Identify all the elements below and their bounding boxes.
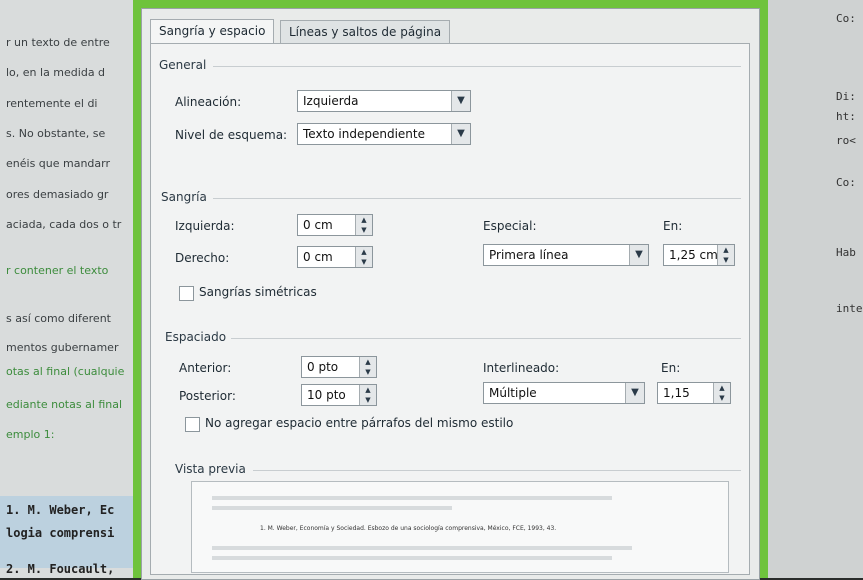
- spin-down-icon[interactable]: ▼: [360, 367, 376, 377]
- background-text-line: s. No obstante, se: [6, 127, 106, 140]
- spin-buttons[interactable]: ▲ ▼: [355, 215, 372, 235]
- spin-buttons[interactable]: ▲ ▼: [713, 383, 730, 403]
- general-title: General: [159, 58, 207, 72]
- sangria-divider: [213, 198, 741, 199]
- posterior-spinner[interactable]: 10 pto ▲ ▼: [301, 384, 377, 406]
- alineacion-value: Izquierda: [303, 94, 359, 108]
- chevron-down-icon[interactable]: ▼: [629, 245, 648, 265]
- interlineado-select[interactable]: Múltiple ▼: [483, 382, 645, 404]
- background-code-line: Hab: [836, 246, 856, 259]
- spin-buttons[interactable]: ▲ ▼: [355, 247, 372, 267]
- chevron-down-icon[interactable]: ▼: [451, 124, 470, 144]
- en-sangria-spinner[interactable]: 1,25 cm ▲ ▼: [663, 244, 735, 266]
- anterior-value: 0 pto: [307, 360, 339, 374]
- spin-up-icon[interactable]: ▲: [356, 247, 372, 257]
- preview-placeholder-line: [212, 556, 612, 560]
- background-text-line: emplo 1:: [6, 428, 55, 441]
- en-sangria-label: En:: [663, 219, 683, 233]
- background-citation-line: logia comprensi: [6, 526, 115, 540]
- sangria-title: Sangría: [161, 190, 207, 204]
- izquierda-value: 0 cm: [303, 218, 333, 232]
- background-text-line: s así como diferent: [6, 312, 111, 325]
- especial-label: Especial:: [483, 219, 537, 233]
- derecho-spinner[interactable]: 0 cm ▲ ▼: [297, 246, 373, 268]
- spin-up-icon[interactable]: ▲: [714, 383, 730, 393]
- vista-previa-divider: [253, 470, 741, 471]
- interlineado-value: Múltiple: [489, 386, 537, 400]
- general-divider: [213, 66, 741, 67]
- especial-value: Primera línea: [489, 248, 569, 262]
- chevron-down-icon[interactable]: ▼: [451, 91, 470, 111]
- en-interlineado-spinner[interactable]: 1,15 ▲ ▼: [657, 382, 731, 404]
- no-agregar-espacio-label[interactable]: No agregar espacio entre párrafos del mi…: [205, 416, 513, 430]
- spin-up-icon[interactable]: ▲: [718, 245, 734, 255]
- background-document-right: Co: Di: ht: ro< Co: Hab inte: [768, 0, 863, 578]
- en-interlineado-value: 1,15: [663, 386, 690, 400]
- spin-down-icon[interactable]: ▼: [356, 225, 372, 235]
- especial-select[interactable]: Primera línea ▼: [483, 244, 649, 266]
- tab-sangria-espacio[interactable]: Sangría y espacio: [150, 19, 275, 45]
- anterior-label: Anterior:: [179, 361, 232, 375]
- preview-placeholder-line: [212, 496, 612, 500]
- en-sangria-value: 1,25 cm: [669, 248, 718, 262]
- background-document-left: r un texto de entre lo, en la medida d ren…: [0, 0, 145, 578]
- spin-down-icon[interactable]: ▼: [360, 395, 376, 405]
- background-text-line: rentemente el di: [6, 97, 98, 110]
- en-interlineado-label: En:: [661, 361, 681, 375]
- derecho-value: 0 cm: [303, 250, 333, 264]
- interlineado-label: Interlineado:: [483, 361, 560, 375]
- alineacion-label: Alineación:: [175, 95, 242, 109]
- spin-buttons[interactable]: ▲ ▼: [359, 357, 376, 377]
- posterior-value: 10 pto: [307, 388, 346, 402]
- espaciado-divider: [231, 338, 741, 339]
- background-code-line: Co:: [836, 176, 856, 189]
- nivel-esquema-select[interactable]: Texto independiente ▼: [297, 123, 471, 145]
- background-text-line: r contener el texto: [6, 264, 109, 277]
- background-text-line: lo, en la medida d: [6, 66, 106, 79]
- background-text-line: ores demasiado gr: [6, 188, 109, 201]
- sangrias-simetricas-checkbox[interactable]: [179, 286, 194, 301]
- spin-buttons[interactable]: ▲ ▼: [717, 245, 734, 265]
- spin-up-icon[interactable]: ▲: [360, 385, 376, 395]
- izquierda-label: Izquierda:: [175, 219, 235, 233]
- background-text-line: mentos gubernamer: [6, 341, 119, 354]
- background-text-line: otas al final (cualquie: [6, 365, 125, 378]
- spin-down-icon[interactable]: ▼: [356, 257, 372, 267]
- background-text-line: enéis que mandarr: [6, 157, 111, 170]
- background-code-line: inte: [836, 302, 863, 315]
- spin-buttons[interactable]: ▲ ▼: [359, 385, 376, 405]
- nivel-esquema-label: Nivel de esquema:: [175, 128, 288, 142]
- background-code-line: ht:: [836, 110, 856, 123]
- background-code-line: Co:: [836, 12, 856, 25]
- anterior-spinner[interactable]: 0 pto ▲ ▼: [301, 356, 377, 378]
- chevron-down-icon[interactable]: ▼: [625, 383, 644, 403]
- nivel-esquema-value: Texto independiente: [303, 127, 425, 141]
- preview-placeholder-line: [212, 506, 452, 510]
- background-text-line: aciada, cada dos o tr: [6, 218, 122, 231]
- background-citation-line: 2. M. Foucault,: [6, 562, 115, 576]
- preview-sample-text: 1. M. Weber, Economía y Sociedad. Esbozo…: [260, 525, 557, 532]
- alineacion-select[interactable]: Izquierda ▼: [297, 90, 471, 112]
- no-agregar-espacio-checkbox[interactable]: [185, 417, 200, 432]
- spin-up-icon[interactable]: ▲: [360, 357, 376, 367]
- spin-down-icon[interactable]: ▼: [714, 393, 730, 403]
- spin-up-icon[interactable]: ▲: [356, 215, 372, 225]
- background-text-line: ediante notas al final: [6, 398, 123, 411]
- izquierda-spinner[interactable]: 0 cm ▲ ▼: [297, 214, 373, 236]
- background-text-line: r un texto de entre: [6, 36, 110, 49]
- spin-down-icon[interactable]: ▼: [718, 255, 734, 265]
- preview-placeholder-line: [212, 546, 632, 550]
- background-citation-line: 1. M. Weber, Ec: [6, 503, 115, 517]
- background-code-line: ro<: [836, 134, 856, 147]
- vista-previa-title: Vista previa: [175, 462, 246, 476]
- tab-panel: General Alineación: Izquierda ▼ Nivel de…: [150, 43, 750, 575]
- preview-box: 1. M. Weber, Economía y Sociedad. Esbozo…: [191, 481, 729, 573]
- sangrias-simetricas-label[interactable]: Sangrías simétricas: [199, 285, 317, 299]
- derecho-label: Derecho:: [175, 251, 230, 265]
- background-code-line: Di:: [836, 90, 856, 103]
- paragraph-dialog: Sangría y espacio Líneas y saltos de pág…: [141, 8, 760, 580]
- espaciado-title: Espaciado: [165, 330, 227, 344]
- tab-lineas-saltos[interactable]: Líneas y saltos de página: [280, 20, 451, 43]
- posterior-label: Posterior:: [179, 389, 236, 403]
